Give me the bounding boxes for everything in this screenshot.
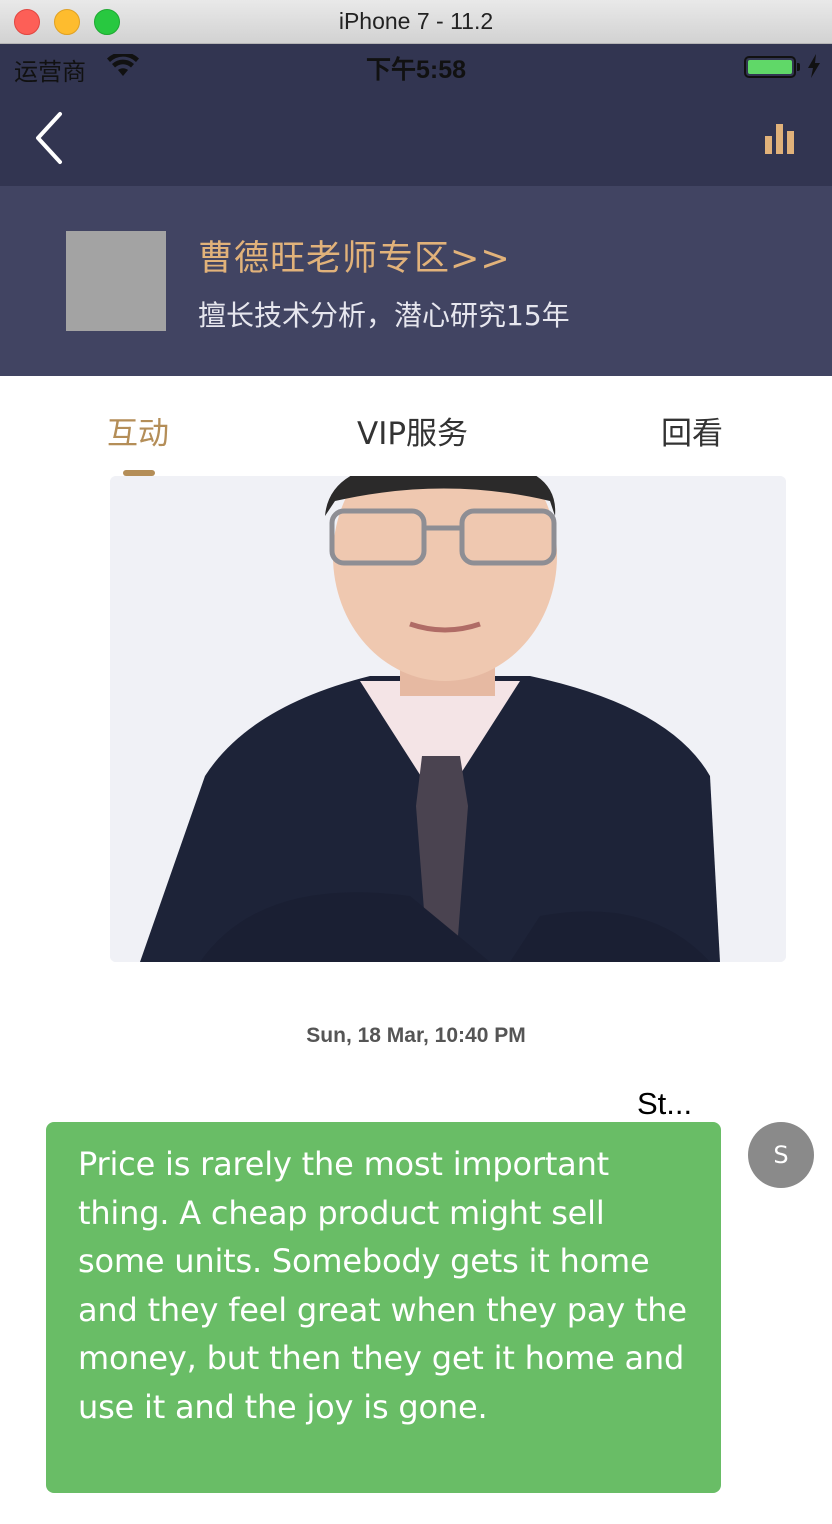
back-chevron-icon[interactable]: [30, 110, 70, 166]
teacher-header[interactable]: 曹德旺老师专区>> 擅长技术分析，潜心研究15年: [0, 186, 832, 376]
tab-replay[interactable]: 回看: [661, 408, 723, 453]
window-title-bar: iPhone 7 - 11.2: [0, 0, 832, 44]
tab-interaction[interactable]: 互动: [107, 408, 169, 453]
message-bubble[interactable]: Price is rarely the most important thing…: [46, 1122, 721, 1493]
teacher-avatar: [66, 231, 166, 331]
sender-avatar[interactable]: S: [748, 1122, 814, 1188]
teacher-photo: [110, 476, 786, 962]
sender-name: St...: [637, 1086, 693, 1121]
simulator-window: iPhone 7 - 11.2 运营商 下午5:58 曹德旺老师专区>> 擅长技…: [0, 0, 832, 1524]
battery-fill: [748, 60, 792, 74]
navigation-bar: [0, 90, 832, 186]
status-time: 下午5:58: [365, 56, 467, 84]
tab-vip-service[interactable]: VIP服务: [357, 408, 468, 453]
battery-tip: [797, 63, 800, 71]
tab-bar: 互动 VIP服务 回看: [0, 376, 832, 476]
charging-bolt-icon: [808, 54, 820, 78]
status-bar: 运营商 下午5:58: [0, 44, 832, 90]
teacher-zone-link[interactable]: 曹德旺老师专区>>: [198, 230, 511, 281]
message-timestamp: Sun, 18 Mar, 10:40 PM: [306, 1024, 526, 1047]
bar-chart-icon[interactable]: [762, 120, 798, 156]
teacher-portrait-image: [110, 476, 786, 962]
teacher-description: 擅长技术分析，潜心研究15年: [198, 299, 570, 332]
message-text: Price is rarely the most important thing…: [78, 1145, 687, 1426]
window-title: iPhone 7 - 11.2: [338, 8, 494, 34]
battery-icon: [744, 56, 796, 78]
